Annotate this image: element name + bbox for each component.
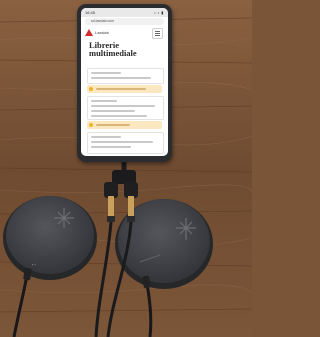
content-card (87, 68, 164, 84)
url-bar[interactable]: sd.lasslab.com (85, 18, 164, 25)
logo-icon (85, 29, 93, 36)
site-header: Lasslab (81, 27, 168, 39)
highlight-row[interactable] (87, 121, 162, 129)
status-bar: 16:45 • • ▮ (81, 8, 168, 17)
photo-scene: ▪ ▪ 16:45 • • ▮ sd.lasslab.com Lasslab L… (0, 0, 252, 337)
cable-left (94, 221, 113, 337)
status-icons: • • ▮ (154, 10, 164, 15)
phone-screen: 16:45 • • ▮ sd.lasslab.com Lasslab Libre… (81, 8, 168, 156)
highlight-row[interactable] (87, 85, 162, 93)
status-time: 16:45 (85, 10, 96, 15)
content-card (87, 132, 164, 154)
pad-cable-left (12, 269, 30, 337)
content-card (87, 96, 164, 120)
menu-button[interactable] (152, 28, 163, 39)
smartphone: 16:45 • • ▮ sd.lasslab.com Lasslab Libre… (77, 4, 172, 162)
brand-name: Lasslab (95, 30, 109, 35)
left-charging-pad: ▪ ▪ (3, 196, 97, 280)
page-title: Librerie multimediale (89, 40, 137, 58)
usb-splitter-adapter (104, 170, 138, 222)
